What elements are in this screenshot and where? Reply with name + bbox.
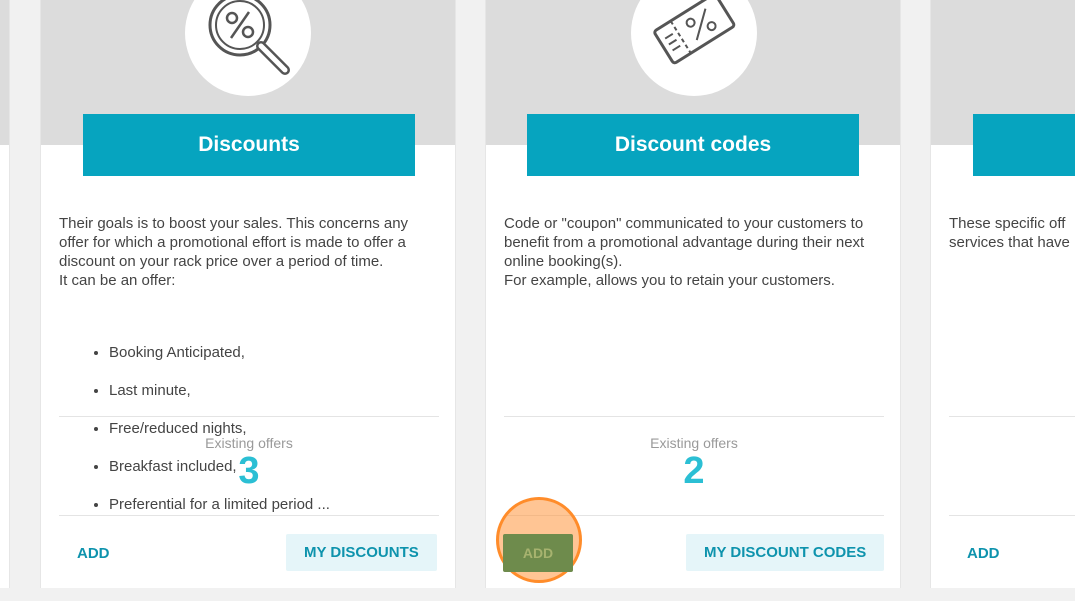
list-item: Booking Anticipated,: [109, 343, 441, 362]
existing-offers-label: Existing offers: [650, 435, 738, 451]
add-button[interactable]: ADD: [949, 535, 1018, 571]
percent-magnifier-icon: [185, 0, 311, 96]
description-text: Their goals is to boost your sales. This…: [59, 215, 409, 289]
list-item: Preferential for a limited period ...: [109, 495, 441, 514]
card-header: [0, 0, 9, 145]
description-text: Code or "coupon" communicated to your cu…: [504, 215, 865, 289]
my-discount-codes-button[interactable]: MY DISCOUNT CODES: [686, 534, 885, 571]
card-description: These specific off services that have: [949, 195, 1075, 271]
card-partial-left: [0, 0, 10, 588]
card-partial-right: These specific off services that have AD…: [930, 0, 1075, 588]
card-title: Discounts: [83, 114, 415, 176]
add-discount-button[interactable]: ADD: [59, 535, 128, 571]
existing-offers-count: 3: [238, 450, 260, 492]
divider: [59, 416, 439, 417]
card-description: Their goals is to boost your sales. This…: [59, 195, 441, 552]
list-item: Last minute,: [109, 381, 441, 400]
offer-type-list: Booking Anticipated, Last minute, Free/r…: [59, 324, 441, 533]
description-text: These specific off services that have: [949, 215, 1070, 251]
existing-offers-label: Existing offers: [205, 435, 293, 451]
existing-offers-count: 2: [683, 450, 705, 492]
divider: [949, 416, 1075, 417]
card-description: Code or "coupon" communicated to your cu…: [504, 195, 886, 309]
card-title: [973, 114, 1075, 176]
card-discounts: Discounts Their goals is to boost your s…: [40, 0, 456, 588]
add-discount-code-button[interactable]: ADD: [503, 534, 573, 572]
my-discounts-button[interactable]: MY DISCOUNTS: [286, 534, 437, 571]
discount-ticket-icon: [631, 0, 757, 96]
divider: [59, 515, 439, 516]
divider: [504, 416, 884, 417]
divider: [949, 515, 1075, 516]
card-title: Discount codes: [527, 114, 859, 176]
